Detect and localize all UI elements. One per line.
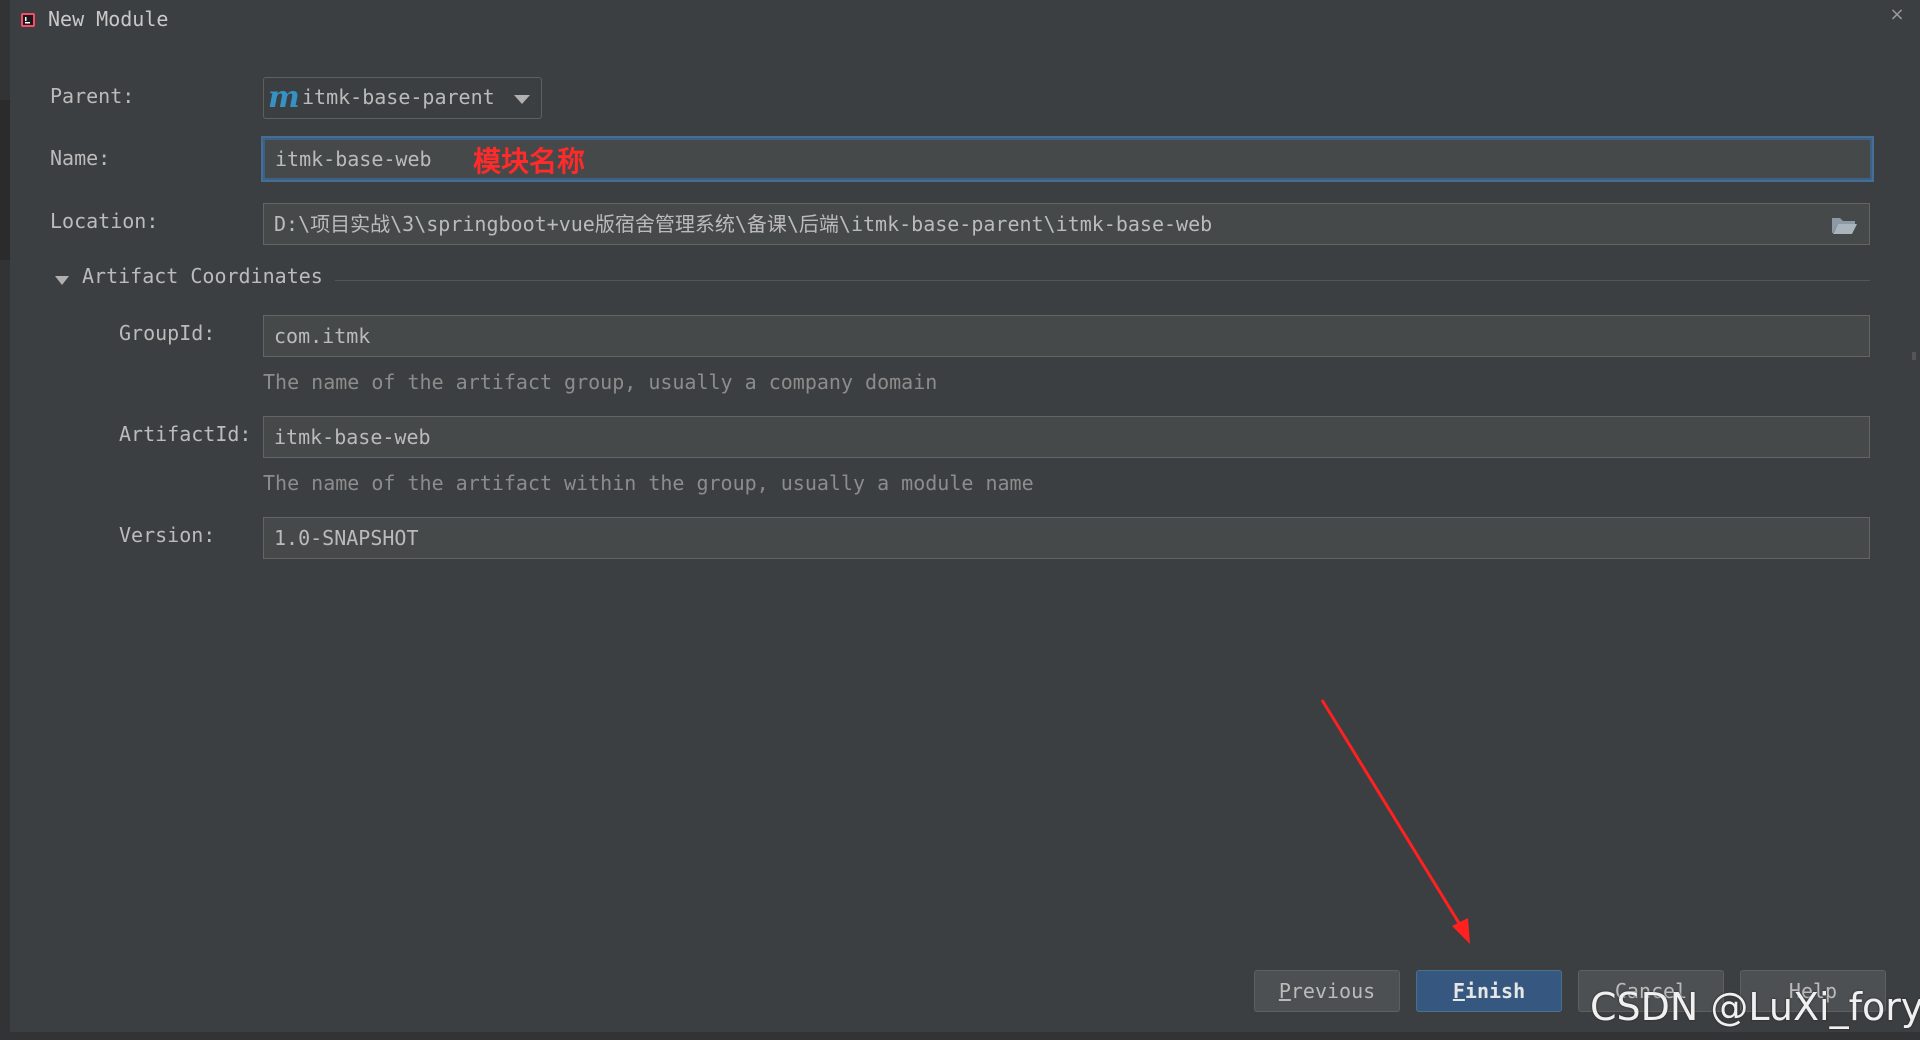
left-edge: [0, 0, 10, 1040]
chevron-down-icon[interactable]: [514, 95, 530, 104]
parent-label: Parent:: [50, 84, 135, 108]
triangle-down-icon[interactable]: [55, 276, 69, 285]
maven-icon: m: [268, 80, 300, 115]
parent-combobox[interactable]: m itmk-base-parent: [263, 77, 542, 119]
folder-open-icon[interactable]: [1830, 214, 1858, 236]
groupid-input[interactable]: com.itmk: [263, 315, 1870, 357]
artifactid-hint: The name of the artifact within the grou…: [263, 471, 1034, 495]
previous-button[interactable]: Previous: [1254, 970, 1400, 1012]
version-label: Version:: [119, 523, 216, 547]
finish-button[interactable]: Finish: [1416, 970, 1562, 1012]
section-title: Artifact Coordinates: [82, 264, 323, 288]
location-input[interactable]: D:\项目实战\3\springboot+vue版宿舍管理系统\备课\后端\it…: [263, 203, 1870, 245]
scroll-marker: [1912, 352, 1916, 360]
name-label: Name:: [50, 146, 111, 170]
previous-mnemonic: P: [1278, 979, 1291, 1003]
dialog-title: New Module: [48, 7, 169, 31]
groupid-label: GroupId:: [119, 321, 216, 345]
finish-mnemonic: F: [1452, 979, 1465, 1003]
finish-label: inish: [1464, 979, 1526, 1003]
csdn-watermark: CSDN @LuXi_foryou: [1590, 985, 1920, 1029]
parent-value: itmk-base-parent: [302, 85, 495, 109]
version-input[interactable]: 1.0-SNAPSHOT: [263, 517, 1870, 559]
groupid-hint: The name of the artifact group, usually …: [263, 370, 938, 394]
left-edge-notch: [0, 100, 10, 260]
artifactid-value: itmk-base-web: [274, 425, 431, 449]
artifactid-label: ArtifactId:: [119, 422, 252, 446]
location-label: Location:: [50, 209, 159, 233]
location-value: D:\项目实战\3\springboot+vue版宿舍管理系统\备课\后端\it…: [274, 212, 1213, 236]
title-bar[interactable]: New Module ×: [10, 0, 1910, 40]
bottom-edge: [0, 1032, 1920, 1040]
version-value: 1.0-SNAPSHOT: [274, 526, 419, 550]
close-icon[interactable]: ×: [1883, 2, 1911, 30]
new-module-dialog: New Module × Parent: m itmk-base-parent …: [0, 0, 1920, 1040]
name-annotation: 模块名称: [473, 145, 586, 178]
name-value: itmk-base-web: [275, 147, 432, 171]
intellij-icon: [21, 13, 35, 27]
previous-label: revious: [1290, 979, 1376, 1003]
groupid-value: com.itmk: [274, 324, 371, 348]
section-divider: [335, 280, 1870, 281]
artifactid-input[interactable]: itmk-base-web: [263, 416, 1870, 458]
